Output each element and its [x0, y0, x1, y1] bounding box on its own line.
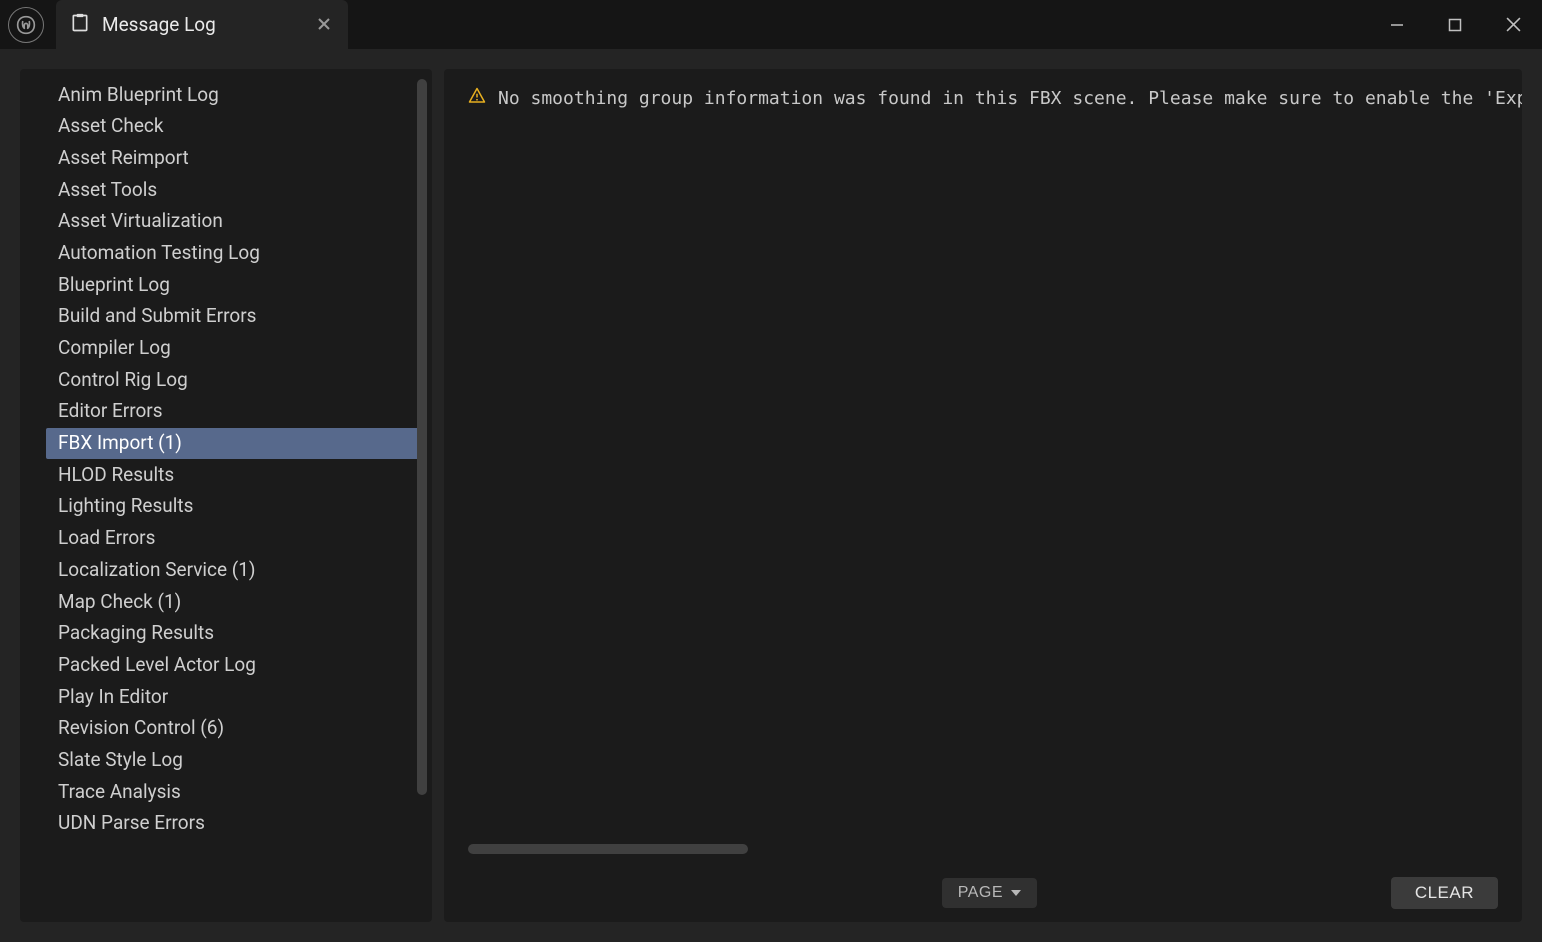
sidebar-item-label: UDN Parse Errors — [58, 811, 205, 834]
sidebar-item-label: Editor Errors — [58, 399, 163, 422]
sidebar-item-label: Slate Style Log — [58, 748, 183, 771]
tab-title: Message Log — [102, 13, 216, 36]
page-dropdown[interactable]: PAGE — [942, 878, 1037, 908]
minimize-button[interactable] — [1368, 0, 1426, 49]
sidebar-item[interactable]: FBX Import (1) — [46, 428, 420, 460]
sidebar-item-label: Localization Service (1) — [58, 558, 256, 581]
sidebar-scrollbar[interactable] — [417, 79, 427, 912]
sidebar-scrollbar-thumb[interactable] — [417, 79, 427, 795]
sidebar-item[interactable]: HLOD Results — [46, 459, 420, 491]
sidebar-item-label: HLOD Results — [58, 463, 174, 486]
sidebar-item[interactable]: Blueprint Log — [46, 269, 420, 301]
close-tab-icon[interactable] — [318, 15, 330, 34]
message-log-icon — [70, 13, 90, 37]
sidebar-item-label: Packaging Results — [58, 621, 214, 644]
tab-message-log[interactable]: Message Log — [56, 0, 348, 49]
sidebar-item[interactable]: Packed Level Actor Log — [46, 649, 420, 681]
sidebar-item[interactable]: Revision Control (6) — [46, 713, 420, 745]
sidebar-item-label: Map Check (1) — [58, 590, 181, 613]
sidebar-item-label: FBX Import (1) — [58, 431, 182, 454]
sidebar-item-label: Lighting Results — [58, 494, 193, 517]
sidebar-item-label: Asset Virtualization — [58, 209, 223, 232]
sidebar-item[interactable]: UDN Parse Errors — [46, 808, 420, 840]
warning-icon — [468, 87, 486, 109]
sidebar-item-label: Load Errors — [58, 526, 155, 549]
sidebar-item[interactable]: Anim Blueprint Log — [46, 79, 420, 111]
sidebar-item[interactable]: Map Check (1) — [46, 586, 420, 618]
messages-area: No smoothing group information was found… — [444, 69, 1522, 864]
maximize-button[interactable] — [1426, 0, 1484, 49]
sidebar-item-label: Asset Check — [58, 114, 164, 137]
close-window-button[interactable] — [1484, 0, 1542, 49]
workspace: Anim Blueprint Log Asset Check Asset Reimp… — [0, 49, 1542, 942]
sidebar-item[interactable]: Asset Reimport — [46, 142, 420, 174]
sidebar-item[interactable]: Packaging Results — [46, 618, 420, 650]
message-row[interactable]: No smoothing group information was found… — [468, 87, 1498, 109]
sidebar-item-label: Compiler Log — [58, 336, 171, 359]
sidebar-item-label: Asset Reimport — [58, 146, 189, 169]
sidebar-item[interactable]: Build and Submit Errors — [46, 301, 420, 333]
clear-label: CLEAR — [1415, 883, 1474, 902]
sidebar-item[interactable]: Load Errors — [46, 523, 420, 555]
sidebar-item-label: Automation Testing Log — [58, 241, 260, 264]
sidebar-item-label: Play In Editor — [58, 685, 168, 708]
sidebar-item-label: Blueprint Log — [58, 273, 170, 296]
sidebar-item-label: Trace Analysis — [58, 780, 181, 803]
clear-button[interactable]: CLEAR — [1391, 877, 1498, 909]
window-controls — [1368, 0, 1542, 49]
sidebar-item[interactable]: Slate Style Log — [46, 744, 420, 776]
page-label: PAGE — [958, 884, 1003, 902]
chevron-down-icon — [1011, 890, 1021, 896]
sidebar-item[interactable]: Asset Virtualization — [46, 206, 420, 238]
sidebar-item-label: Packed Level Actor Log — [58, 653, 256, 676]
sidebar-item[interactable]: Compiler Log — [46, 333, 420, 365]
message-text: No smoothing group information was found… — [498, 88, 1522, 109]
sidebar-item-label: Anim Blueprint Log — [58, 83, 219, 106]
sidebar-item-label: Control Rig Log — [58, 368, 188, 391]
sidebar-item[interactable]: Lighting Results — [46, 491, 420, 523]
sidebar-item[interactable]: Localization Service (1) — [46, 554, 420, 586]
sidebar-item-label: Build and Submit Errors — [58, 304, 256, 327]
sidebar-item[interactable]: Control Rig Log — [46, 364, 420, 396]
title-bar: Message Log — [0, 0, 1542, 49]
sidebar-item-label: Revision Control (6) — [58, 716, 224, 739]
sidebar-item[interactable]: Editor Errors — [46, 396, 420, 428]
sidebar-item-label: Asset Tools — [58, 178, 157, 201]
sidebar-item[interactable]: Asset Check — [46, 111, 420, 143]
content-panel: No smoothing group information was found… — [444, 69, 1522, 922]
sidebar-item[interactable]: Asset Tools — [46, 174, 420, 206]
content-footer: PAGE CLEAR — [444, 864, 1522, 922]
sidebar-item[interactable]: Automation Testing Log — [46, 237, 420, 269]
app-logo-icon[interactable] — [8, 7, 44, 43]
messages-h-scrollbar-thumb[interactable] — [468, 844, 748, 854]
sidebar-item[interactable]: Trace Analysis — [46, 776, 420, 808]
messages-h-scrollbar[interactable] — [468, 844, 1498, 854]
sidebar-item[interactable]: Play In Editor — [46, 681, 420, 713]
sidebar: Anim Blueprint Log Asset Check Asset Reimp… — [20, 69, 432, 922]
